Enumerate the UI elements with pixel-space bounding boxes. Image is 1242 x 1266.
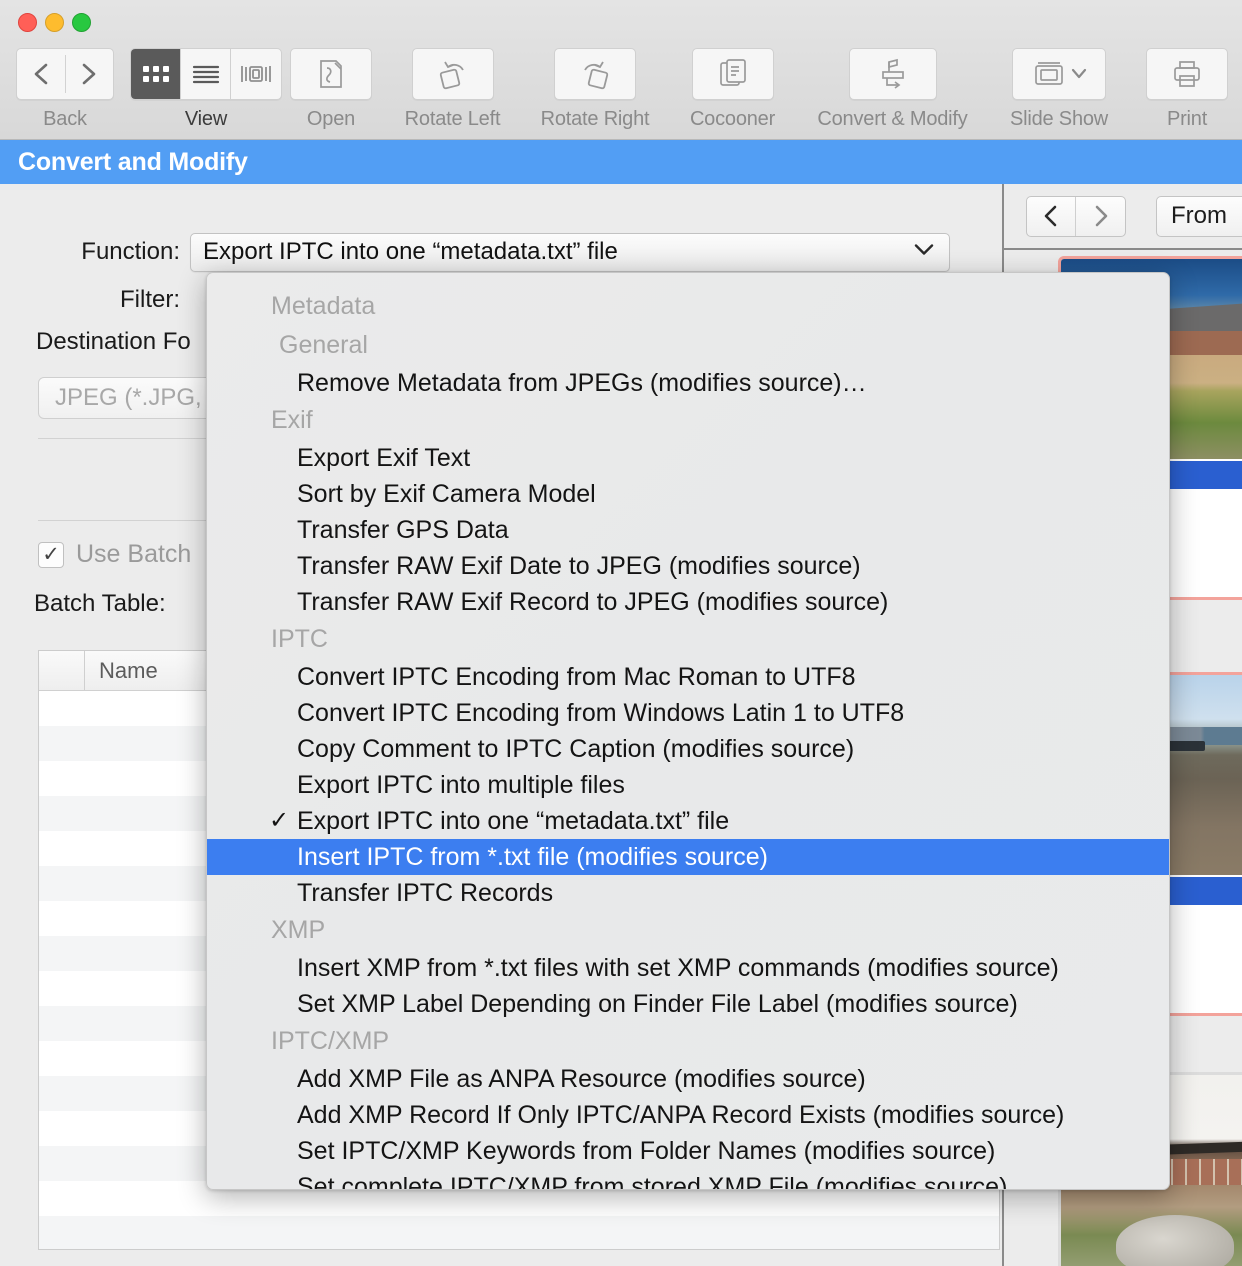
- menu-item[interactable]: Insert XMP from *.txt files with set XMP…: [207, 950, 1169, 986]
- checkmark-icon: ✓: [42, 543, 60, 566]
- toolbar-item-cocooner[interactable]: Cocooner: [665, 48, 800, 131]
- use-batch-row[interactable]: ✓ Use Batch: [38, 540, 191, 569]
- function-dropdown-menu[interactable]: Metadata General Remove Metadata from JP…: [206, 272, 1170, 1190]
- destination-folder-label: Destination Fo: [36, 328, 191, 355]
- use-batch-checkbox[interactable]: ✓: [38, 541, 64, 568]
- menu-item[interactable]: Add XMP Record If Only IPTC/ANPA Record …: [207, 1097, 1169, 1133]
- toolbar-item-rotate-left[interactable]: Rotate Left: [380, 48, 525, 131]
- toolbar-item-rotate-right[interactable]: Rotate Right: [525, 48, 665, 131]
- menu-group-header: XMP: [271, 916, 326, 944]
- table-row[interactable]: [39, 1216, 999, 1249]
- forward-icon[interactable]: [65, 49, 113, 99]
- filmstrip-view-icon[interactable]: [231, 49, 281, 99]
- traffic-lights: [18, 13, 91, 32]
- menu-item[interactable]: Set IPTC/XMP Keywords from Folder Names …: [207, 1133, 1169, 1169]
- menu-item[interactable]: Transfer GPS Data: [207, 512, 1169, 548]
- menu-item[interactable]: Convert IPTC Encoding from Mac Roman to …: [207, 659, 1169, 695]
- slide-show-icon[interactable]: [1012, 48, 1106, 100]
- menu-item[interactable]: Transfer IPTC Records: [207, 875, 1169, 911]
- toolbar-label-open: Open: [306, 108, 356, 130]
- close-window-button[interactable]: [18, 13, 37, 32]
- toolbar-item-back[interactable]: Back: [0, 48, 130, 131]
- menu-item[interactable]: Set XMP Label Depending on Finder File L…: [207, 986, 1169, 1022]
- list-view-icon[interactable]: [181, 49, 231, 99]
- animal-shape: [1116, 1215, 1234, 1266]
- toolbar-label-slide-show: Slide Show: [1009, 108, 1109, 130]
- menu-item[interactable]: Copy Comment to IPTC Caption (modifies s…: [207, 731, 1169, 767]
- toolbar-label-rotate-left: Rotate Left: [404, 108, 501, 130]
- menu-group-header: Metadata: [271, 292, 376, 320]
- function-row: Function: Export IPTC into one “metadata…: [0, 232, 1002, 272]
- page-title: Convert and Modify: [18, 147, 248, 176]
- browser-nav-segment[interactable]: [1026, 195, 1126, 237]
- open-document-icon[interactable]: [290, 48, 372, 100]
- cocooner-icon[interactable]: [691, 48, 774, 100]
- batch-table-column-name[interactable]: Name: [85, 658, 158, 684]
- menu-item[interactable]: Sort by Exif Camera Model: [207, 476, 1169, 512]
- menu-item[interactable]: Export IPTC into multiple files: [207, 767, 1169, 803]
- batch-table-label: Batch Table:: [34, 590, 166, 617]
- menu-item[interactable]: Add XMP File as ANPA Resource (modifies …: [207, 1061, 1169, 1097]
- menu-item[interactable]: Convert IPTC Encoding from Windows Latin…: [207, 695, 1169, 731]
- convert-modify-icon[interactable]: [848, 48, 937, 100]
- toolbar-items: Back View Open Rotate Left Rotate Right …: [0, 48, 1242, 140]
- toolbar-label-print: Print: [1166, 108, 1208, 130]
- batch-table-column-0[interactable]: [39, 651, 85, 690]
- toolbar-item-slide-show[interactable]: Slide Show: [985, 48, 1133, 131]
- back-icon[interactable]: [17, 49, 65, 99]
- rotate-left-icon[interactable]: [411, 48, 494, 100]
- menu-item[interactable]: Set complete IPTC/XMP from stored XMP Fi…: [207, 1169, 1169, 1189]
- menu-item-selected[interactable]: Export IPTC into one “metadata.txt” file: [207, 803, 1169, 839]
- menu-group-header: IPTC/XMP: [271, 1027, 390, 1055]
- toolbar-item-open[interactable]: Open: [282, 48, 380, 131]
- toolbar-item-print[interactable]: Print: [1133, 48, 1241, 131]
- filter-label: Filter:: [120, 286, 180, 313]
- menu-item[interactable]: Transfer RAW Exif Record to JPEG (modifi…: [207, 584, 1169, 620]
- browser-toolbar: From: [1004, 184, 1242, 250]
- application-window: Back View Open Rotate Left Rotate Right …: [0, 0, 1242, 1266]
- printer-icon[interactable]: [1146, 48, 1228, 100]
- menu-item[interactable]: Remove Metadata from JPEGs (modifies sou…: [207, 365, 1169, 401]
- toolbar-label-cocooner: Cocooner: [689, 108, 776, 130]
- rotate-right-icon[interactable]: [554, 48, 636, 100]
- function-label: Function:: [81, 238, 180, 265]
- chevron-left-icon[interactable]: [1027, 196, 1077, 236]
- menu-group-header: General: [279, 331, 368, 359]
- toolbar-label-back: Back: [43, 108, 87, 130]
- function-select[interactable]: Export IPTC into one “metadata.txt” file: [190, 232, 950, 272]
- sort-button-label: From: [1171, 202, 1227, 229]
- back-forward-nav-segment[interactable]: [16, 48, 114, 100]
- toolbar-item-convert-modify[interactable]: Convert & Modify: [800, 48, 985, 131]
- chevron-right-icon[interactable]: [1076, 197, 1125, 236]
- sort-button[interactable]: From: [1156, 195, 1242, 237]
- function-select-value: Export IPTC into one “metadata.txt” file: [203, 238, 618, 265]
- minimize-window-button[interactable]: [45, 13, 64, 32]
- view-mode-segment[interactable]: [130, 48, 282, 100]
- window-toolbar: Back View Open Rotate Left Rotate Right …: [0, 0, 1242, 140]
- menu-item[interactable]: Export Exif Text: [207, 440, 1169, 476]
- menu-item[interactable]: Transfer RAW Exif Date to JPEG (modifies…: [207, 548, 1169, 584]
- toolbar-label-view: View: [184, 108, 228, 130]
- toolbar-item-view[interactable]: View: [130, 48, 282, 131]
- zoom-window-button[interactable]: [72, 13, 91, 32]
- menu-group-header: IPTC: [271, 625, 328, 653]
- menu-item-highlighted[interactable]: Insert IPTC from *.txt file (modifies so…: [207, 839, 1169, 875]
- use-batch-label: Use Batch: [76, 540, 192, 568]
- toolbar-label-convert-modify: Convert & Modify: [817, 108, 968, 130]
- toolbar-label-rotate-right: Rotate Right: [540, 108, 650, 130]
- menu-group-header: Exif: [271, 406, 313, 434]
- destination-format-placeholder: JPEG (*.JPG,: [55, 384, 202, 411]
- grid-view-icon[interactable]: [131, 49, 181, 99]
- chevron-down-icon: [913, 243, 935, 262]
- section-header-bar: Convert and Modify: [0, 140, 1242, 184]
